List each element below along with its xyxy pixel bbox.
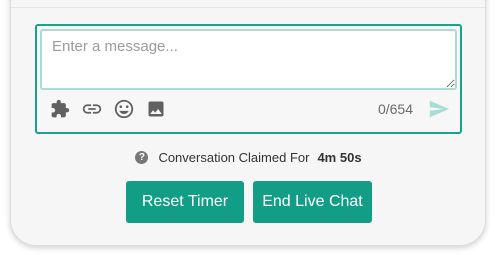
claim-status: ? Conversation Claimed For 4m 50s	[0, 150, 495, 165]
claim-duration: 4m 50s	[317, 150, 362, 165]
message-composer: 0/654	[35, 24, 462, 134]
claim-label: Conversation Claimed For	[158, 150, 310, 165]
end-live-chat-button[interactable]: End Live Chat	[253, 181, 372, 223]
reset-timer-button[interactable]: Reset Timer	[126, 181, 244, 223]
divider	[11, 7, 485, 8]
puzzle-icon[interactable]	[49, 98, 71, 120]
character-counter: 0/654	[377, 101, 413, 117]
emoji-icon[interactable]	[113, 98, 135, 120]
send-button[interactable]	[425, 98, 453, 120]
link-icon[interactable]	[81, 98, 103, 120]
message-input[interactable]	[40, 29, 457, 90]
send-icon	[429, 100, 450, 118]
help-icon[interactable]: ?	[135, 151, 149, 164]
image-icon[interactable]	[145, 98, 167, 120]
